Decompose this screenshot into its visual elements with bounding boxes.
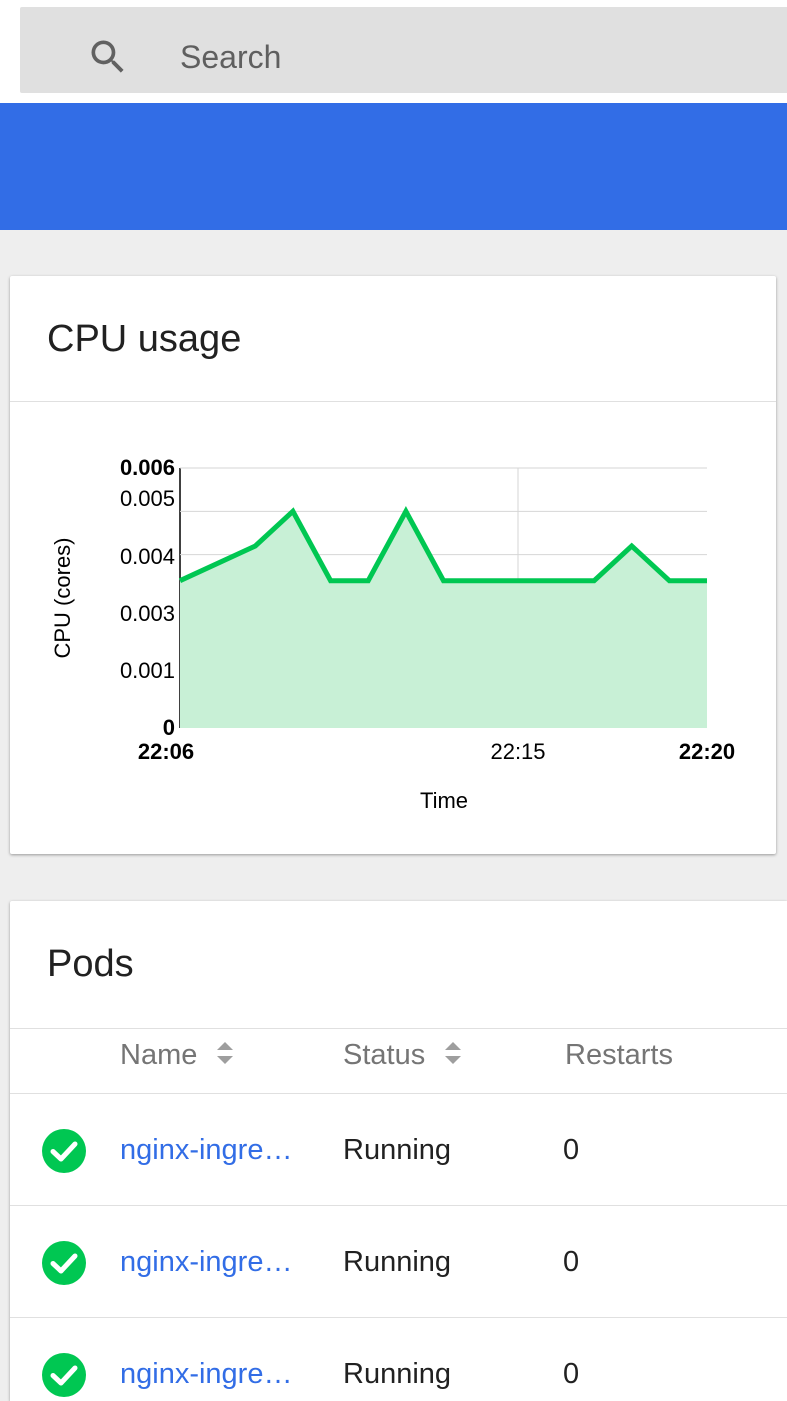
column-header-name[interactable]: Name	[120, 1039, 235, 1072]
table-divider	[10, 1093, 787, 1094]
y-tick-label: 0	[163, 715, 175, 740]
table-divider	[10, 1028, 787, 1029]
pods-card-title: Pods	[47, 943, 134, 985]
y-tick-label: 0.004	[120, 544, 175, 569]
y-tick-label: 0.005	[120, 486, 175, 511]
x-axis-label: Time	[420, 788, 468, 813]
pod-name-link[interactable]: nginx-ingre…	[120, 1246, 292, 1279]
pod-status: Running	[343, 1134, 452, 1166]
search-input[interactable]	[180, 33, 740, 81]
cpu-usage-chart: 0.006 0.005 0.004 0.003 0.001 0 22:06 22…	[50, 455, 735, 813]
x-tick-label: 22:20	[679, 739, 735, 764]
pod-restarts: 0	[563, 1134, 580, 1166]
pods-card: Pods Name Status Restarts nginx-ingre… R…	[10, 901, 787, 1401]
check-circle-icon	[42, 1129, 86, 1173]
search-bar[interactable]	[20, 7, 787, 93]
sort-icon	[445, 1042, 462, 1065]
sort-icon	[217, 1042, 234, 1065]
column-header-label: Status	[343, 1039, 426, 1071]
pod-status: Running	[343, 1246, 452, 1278]
y-tick-label: 0.001	[120, 658, 175, 683]
column-header-label: Restarts	[565, 1039, 673, 1071]
column-header-status[interactable]: Status	[343, 1039, 463, 1072]
pod-restarts: 0	[563, 1358, 580, 1390]
y-tick-label: 0.006	[120, 455, 175, 480]
pod-name-link[interactable]: nginx-ingre…	[120, 1134, 292, 1167]
pod-restarts: 0	[563, 1246, 580, 1278]
x-tick-label: 22:06	[138, 739, 194, 764]
table-divider	[10, 1317, 787, 1318]
y-axis-label: CPU (cores)	[50, 537, 75, 658]
pod-status: Running	[343, 1358, 452, 1390]
check-circle-icon	[42, 1353, 86, 1397]
search-icon	[91, 40, 124, 73]
x-tick-label: 22:15	[490, 739, 545, 764]
cpu-usage-card: CPU usage 0.006 0.005 0.004 0.003 0.001 …	[10, 276, 776, 854]
column-header-restarts: Restarts	[565, 1039, 673, 1072]
table-divider	[10, 1205, 787, 1206]
y-tick-label: 0.003	[120, 601, 175, 626]
check-circle-icon	[42, 1241, 86, 1285]
top-bar	[0, 0, 787, 103]
column-header-label: Name	[120, 1039, 198, 1071]
app-header-bar	[0, 103, 787, 230]
pod-name-link[interactable]: nginx-ingre…	[120, 1358, 292, 1391]
